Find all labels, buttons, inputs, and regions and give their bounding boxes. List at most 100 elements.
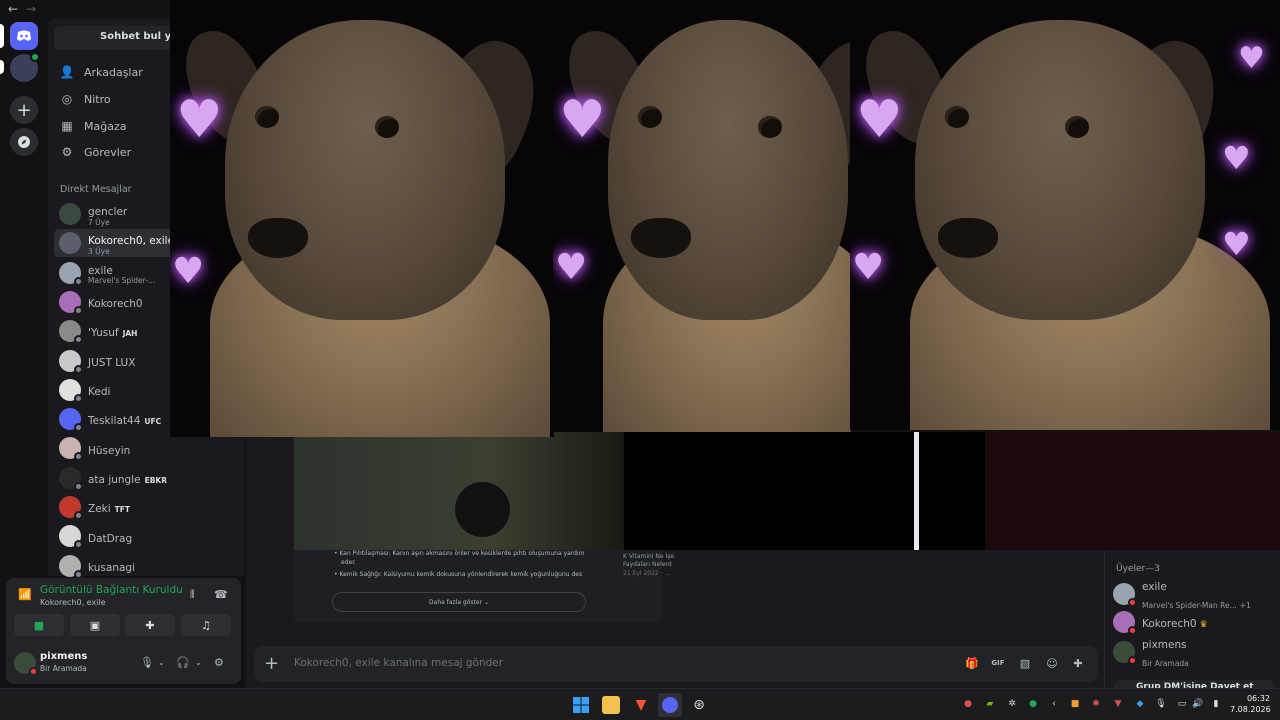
chevron-down-icon[interactable]: ⌄: [195, 658, 202, 667]
member-sub-row: Bir Aramada: [1142, 652, 1189, 670]
gif-icon[interactable]: GIF: [991, 656, 1005, 670]
disconnect-icon[interactable]: ☎: [214, 588, 228, 601]
heart-icon: ♥: [1238, 41, 1265, 76]
clan-tag: UFC: [144, 417, 162, 427]
dm-item[interactable]: ata jungle EBKR: [54, 464, 238, 492]
windows-start-icon[interactable]: [572, 696, 590, 714]
screen-share-button[interactable]: ▣: [70, 614, 120, 636]
network-icon[interactable]: ▭: [1176, 698, 1188, 710]
dm-item[interactable]: Zeki TFT: [54, 493, 238, 521]
clan-tag: EBKR: [144, 475, 168, 485]
noise-suppression-icon[interactable]: ⫴: [190, 588, 195, 602]
compass-icon[interactable]: [10, 128, 38, 156]
show-more-label: Daha fazla göster: [429, 598, 483, 606]
chevron-down-icon[interactable]: ⌄: [158, 658, 165, 667]
dm-item[interactable]: Hüseyin: [54, 434, 238, 462]
avatar: [59, 466, 83, 491]
voice-status-title[interactable]: Görüntülü Bağlantı Kuruldu: [40, 584, 183, 596]
dm-name: kusanagi: [88, 561, 135, 574]
tray-app-icon[interactable]: ‹: [1048, 698, 1060, 710]
dm-text: Kedi: [88, 381, 110, 399]
emoji-icon[interactable]: ☺: [1045, 656, 1059, 670]
nvidia-icon[interactable]: ▰: [984, 698, 996, 710]
member-item[interactable]: pixmens Bir Aramada: [1113, 638, 1277, 668]
dm-text: JUST LUX: [88, 352, 135, 370]
dm-name: gencler: [88, 206, 128, 219]
discord-logo: [662, 697, 678, 713]
dm-text: gencler 7 Üye: [88, 201, 127, 227]
member-list-header: Üyeler—3: [1116, 564, 1160, 574]
file-explorer-icon[interactable]: [602, 696, 620, 714]
avatar: [1113, 583, 1137, 607]
steam-icon[interactable]: ⊛: [690, 696, 708, 714]
arrow-left-icon[interactable]: ←: [8, 2, 18, 18]
microphone-icon[interactable]: 🎙: [140, 656, 154, 669]
activities-button[interactable]: ✚: [125, 614, 175, 636]
status-dot: [1128, 598, 1137, 607]
message-input[interactable]: Kokorech0, exile kanalına mesaj gönder: [294, 657, 503, 669]
show-more-button[interactable]: Daha fazla göster ⌄: [332, 592, 586, 612]
soundboard-button[interactable]: ♫: [181, 614, 231, 636]
status-dot: [74, 305, 83, 315]
user-name[interactable]: pixmens: [40, 651, 87, 662]
dm-text: ata jungle EBKR: [88, 469, 167, 487]
camera-button[interactable]: ■: [14, 614, 64, 636]
dm-text: Hüseyin: [88, 440, 130, 458]
member-name-row: exile: [1142, 576, 1251, 594]
dm-text: exile Marvel's Spider-...: [88, 260, 155, 286]
dm-item[interactable]: kusanagi: [54, 552, 238, 580]
dog-nose: [248, 218, 308, 258]
dog-image-1: ♥ ♥: [170, 0, 554, 437]
add-server-icon[interactable]: +: [10, 96, 38, 124]
discord-taskbar-icon[interactable]: [658, 693, 682, 717]
battery-icon[interactable]: ▮: [1210, 698, 1222, 710]
gift-icon[interactable]: 🎁: [965, 656, 979, 670]
settings-gear-icon[interactable]: ⚙: [214, 656, 224, 669]
arrow-right-icon[interactable]: →: [26, 2, 36, 18]
dm-name-row: DatDrag: [88, 528, 132, 546]
volume-icon[interactable]: 🔊: [1192, 698, 1204, 710]
dm-item[interactable]: DatDrag: [54, 522, 238, 550]
brave-browser-icon[interactable]: ▼: [632, 696, 650, 714]
attach-plus-icon[interactable]: +: [264, 653, 279, 674]
member-item[interactable]: exile Marvel's Spider-Man Re... +1: [1113, 580, 1277, 610]
message-composer[interactable]: + Kokorech0, exile kanalına mesaj gönder…: [254, 646, 1098, 682]
tray-app-icon[interactable]: ■: [1069, 698, 1081, 710]
tray-app-icon[interactable]: ◆: [1134, 698, 1146, 710]
tray-app-icon[interactable]: ✲: [1006, 698, 1018, 710]
avatar: [59, 496, 83, 520]
dm-name: Zeki: [88, 503, 111, 516]
avatar: [59, 261, 83, 286]
shop-icon: ▦: [61, 119, 73, 133]
signal-icon[interactable]: 📶: [18, 588, 32, 601]
camera-icon: ■: [33, 618, 45, 632]
apps-icon[interactable]: ✚: [1071, 656, 1085, 670]
tray-app-icon[interactable]: ▼: [1112, 698, 1124, 710]
microphone-tray-icon[interactable]: 🎙: [1155, 698, 1167, 710]
server-avatar-icon[interactable]: [10, 52, 40, 82]
video-tile-right: [985, 432, 1280, 550]
tray-app-icon[interactable]: ✱: [1090, 698, 1102, 710]
sticker-icon[interactable]: ▧: [1018, 656, 1032, 670]
tray-app-icon[interactable]: ●: [962, 698, 974, 710]
dm-name-row: Kedi: [88, 381, 110, 399]
heart-icon: ♥: [1222, 139, 1251, 177]
status-dot: [1128, 626, 1137, 635]
heart-icon: ♥: [559, 90, 606, 150]
embed-side-text[interactable]: K Vitamini Ne İşe: [623, 553, 674, 560]
dog-eye: [758, 116, 782, 138]
status-dot: [1128, 656, 1137, 665]
avatar[interactable]: [14, 652, 38, 676]
system-clock[interactable]: 06:32 7.08.2026: [1230, 694, 1271, 716]
tray-app-icon[interactable]: ●: [1027, 698, 1039, 710]
member-text: exile Marvel's Spider-Man Re... +1: [1142, 576, 1251, 611]
headphones-icon[interactable]: 🎧: [176, 656, 190, 669]
member-name: pixmens: [1142, 639, 1187, 652]
embed-side-text[interactable]: Faydaları Nelerd: [623, 561, 672, 568]
member-item[interactable]: Kokorech0 ♛: [1113, 608, 1277, 636]
member-text: pixmens Bir Aramada: [1142, 634, 1189, 669]
discord-home-icon[interactable]: [10, 22, 38, 50]
dog-image-3: ♥ ♥ ♥ ♥ ♥: [850, 0, 1280, 430]
member-activity: Bir Aramada: [1142, 659, 1189, 668]
dog-nose: [938, 218, 998, 258]
